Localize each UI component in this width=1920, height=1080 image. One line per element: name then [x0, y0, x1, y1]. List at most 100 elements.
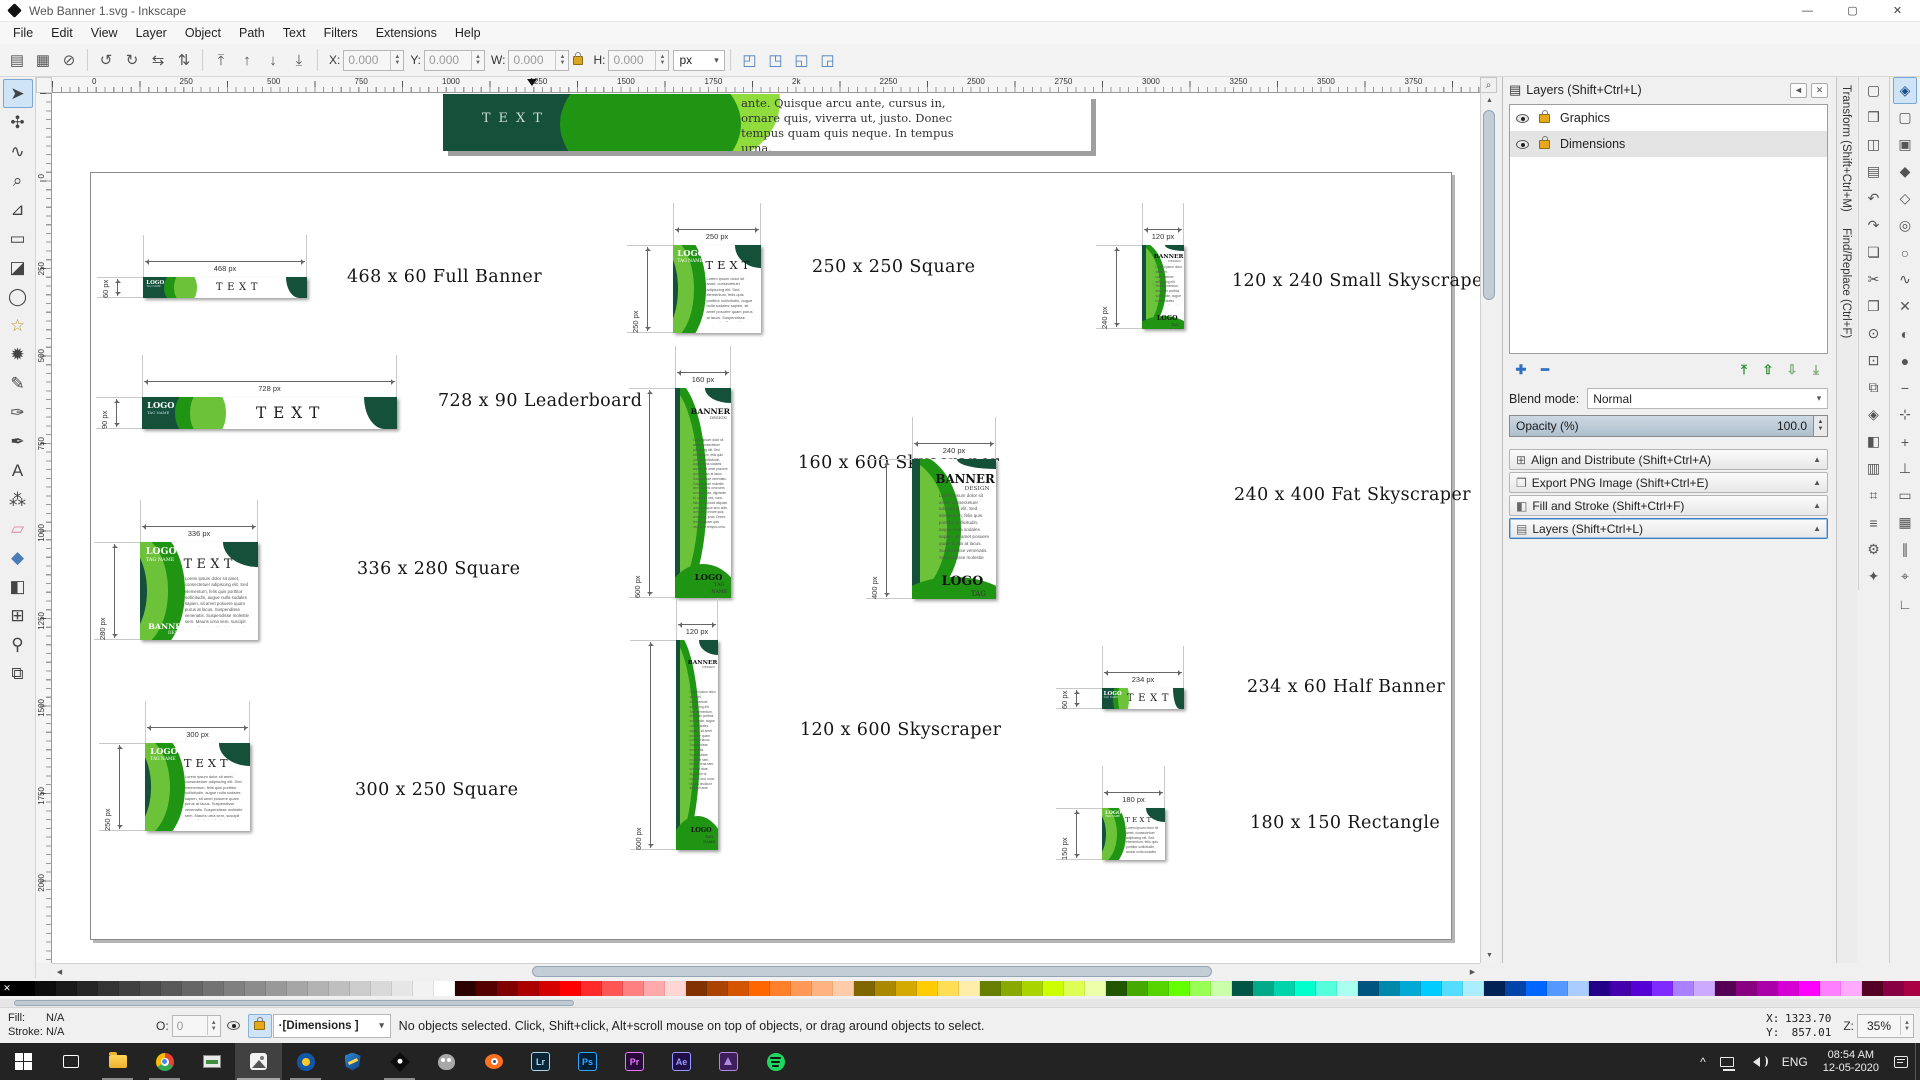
eraser-tool[interactable]: ▱: [3, 514, 33, 543]
palette-swatch[interactable]: [350, 981, 371, 996]
snap-bbox-edges-icon[interactable]: ▣: [1893, 131, 1917, 158]
stroke-value[interactable]: N/A: [46, 1026, 106, 1040]
banner-square-250[interactable]: LOGOTAG NAMETEXTLorem ipsum dolor sit am…: [673, 245, 761, 333]
adobe-app-taskbar-button[interactable]: [705, 1043, 752, 1080]
menu-help[interactable]: Help: [446, 23, 490, 43]
palette-swatch[interactable]: [1694, 981, 1715, 996]
palette-swatch[interactable]: [308, 981, 329, 996]
palette-swatch[interactable]: [875, 981, 896, 996]
palette-swatch[interactable]: [1232, 981, 1253, 996]
palette-swatch[interactable]: [56, 981, 77, 996]
menu-filters[interactable]: Filters: [315, 23, 367, 43]
spray-tool[interactable]: ⁂: [3, 485, 33, 514]
document-properties-icon[interactable]: ⚙: [1862, 536, 1886, 563]
palette-swatch[interactable]: [413, 981, 434, 996]
menu-text[interactable]: Text: [274, 23, 315, 43]
lower-icon[interactable]: ↓: [260, 47, 286, 73]
palette-swatch[interactable]: [287, 981, 308, 996]
palette-swatch[interactable]: [1652, 981, 1673, 996]
copy-icon[interactable]: ❏: [1862, 239, 1886, 266]
banner-label-square-336[interactable]: 336 x 280 Square: [357, 559, 520, 579]
palette-swatch[interactable]: [1001, 981, 1022, 996]
banner-label-leaderboard[interactable]: 728 x 90 Leaderboard: [438, 391, 642, 411]
photos-taskbar-button[interactable]: [235, 1043, 282, 1080]
fill-stroke-bar[interactable]: ◧Fill and Stroke (Shift+Ctrl+F)▲: [1509, 495, 1828, 516]
palette-swatch[interactable]: [623, 981, 644, 996]
palette-swatch[interactable]: [518, 981, 539, 996]
palette-swatch[interactable]: [1400, 981, 1421, 996]
opacity-spinner[interactable]: ▲▼: [1814, 415, 1828, 437]
node-tool[interactable]: ✣: [3, 108, 33, 137]
snap-others-icon[interactable]: ⌖: [1893, 563, 1917, 590]
clock[interactable]: 08:54 AM 12-05-2020: [1815, 1049, 1887, 1075]
mesh-tool[interactable]: ⊞: [3, 601, 33, 630]
connector-tool[interactable]: ⧉: [3, 659, 33, 688]
palette-swatch[interactable]: [1505, 981, 1526, 996]
horizontal-scrollbar[interactable]: ◀ ▶: [52, 963, 1480, 978]
fill-value[interactable]: N/A: [46, 1012, 106, 1026]
flip-vertical-icon[interactable]: ⇅: [171, 47, 197, 73]
palette-swatch[interactable]: [140, 981, 161, 996]
h-field[interactable]: 0.000▲▼: [608, 50, 669, 71]
current-layer-dropdown[interactable]: ·[Dimensions ]▾: [273, 1014, 391, 1038]
palette-swatch[interactable]: [1547, 981, 1568, 996]
blend-mode-dropdown[interactable]: Normal▾: [1587, 388, 1828, 409]
maximize-button[interactable]: ▢: [1830, 0, 1875, 22]
horizontal-scroll-thumb[interactable]: [532, 966, 1212, 977]
layer-raise-button[interactable]: ⇧: [1756, 360, 1780, 380]
close-button[interactable]: ✕: [1875, 0, 1920, 22]
palette-swatch[interactable]: [1463, 981, 1484, 996]
after-effects-taskbar-button[interactable]: Ae: [658, 1043, 705, 1080]
palette-swatch[interactable]: [1589, 981, 1610, 996]
palette-swatch[interactable]: [161, 981, 182, 996]
banner-preview-large[interactable]: TEXT ante. Quisque arcu ante, cursus in,…: [443, 94, 1091, 151]
banner-skyscraper-160[interactable]: BANNERDESIGNLorem ipsum dolor sit amet, …: [675, 388, 731, 598]
palette-swatch[interactable]: [560, 981, 581, 996]
palette-none-swatch[interactable]: ✕: [0, 981, 14, 996]
palette-swatch[interactable]: [35, 981, 56, 996]
banner-small-skyscraper[interactable]: BANNERDESIGNLorem ipsum dolor sit amet, …: [1142, 245, 1184, 329]
selector-tool[interactable]: ➤: [3, 79, 33, 108]
palette-swatch[interactable]: [707, 981, 728, 996]
palette-swatch[interactable]: [182, 981, 203, 996]
inkscape-taskbar-button[interactable]: [376, 1043, 423, 1080]
palette-swatch[interactable]: [1484, 981, 1505, 996]
palette-swatch[interactable]: [392, 981, 413, 996]
snap-paths-icon[interactable]: ∿: [1893, 266, 1917, 293]
menu-view[interactable]: View: [82, 23, 127, 43]
w-field[interactable]: 0.000▲▼: [508, 50, 569, 71]
palette-swatch[interactable]: [833, 981, 854, 996]
lock-ratio-icon[interactable]: [573, 56, 583, 65]
palette-swatch[interactable]: [434, 981, 455, 996]
lightroom-taskbar-button[interactable]: Lr: [517, 1043, 564, 1080]
y-field[interactable]: 0.000▲▼: [424, 50, 485, 71]
snap-guides-icon[interactable]: ∥: [1893, 536, 1917, 563]
palette-swatch[interactable]: [1799, 981, 1820, 996]
affect-dimensions-icon[interactable]: ◳: [762, 47, 788, 73]
banner-label-small-skyscraper[interactable]: 120 x 240 Small Skyscraper: [1232, 271, 1480, 291]
layer-row-graphics[interactable]: Graphics: [1510, 105, 1827, 131]
palette-swatch[interactable]: [98, 981, 119, 996]
snap-smooth-nodes-icon[interactable]: ●: [1893, 347, 1917, 374]
banner-label-rectangle-180[interactable]: 180 x 150 Rectangle: [1250, 813, 1440, 833]
ellipse-tool[interactable]: ◯: [3, 282, 33, 311]
palette-swatch[interactable]: [1442, 981, 1463, 996]
palette-swatch[interactable]: [1736, 981, 1757, 996]
banner-label-fat-skyscraper[interactable]: 240 x 400 Fat Skyscraper: [1234, 485, 1471, 505]
palette-swatch[interactable]: [728, 981, 749, 996]
horizontal-ruler[interactable]: 025050075010001250150017502k225025002750…: [52, 77, 1480, 93]
palette-swatch[interactable]: [1169, 981, 1190, 996]
palette-swatch[interactable]: [812, 981, 833, 996]
remove-layer-button[interactable]: ━: [1533, 360, 1557, 380]
snap-cusp-nodes-icon[interactable]: ◐: [1893, 320, 1917, 347]
affect-patterns-icon[interactable]: ◱: [788, 47, 814, 73]
palette-swatch[interactable]: [1316, 981, 1337, 996]
premiere-taskbar-button[interactable]: Pr: [611, 1043, 658, 1080]
layer-to-bottom-button[interactable]: ⤓: [1804, 360, 1828, 380]
banner-rectangle-180[interactable]: LOGOTAG NAMETEXTLorem ipsum dolor sit am…: [1102, 808, 1165, 860]
palette-swatch[interactable]: [266, 981, 287, 996]
palette-swatch[interactable]: [1610, 981, 1631, 996]
palette-swatch[interactable]: [539, 981, 560, 996]
palette-swatch[interactable]: [854, 981, 875, 996]
add-layer-button[interactable]: ✚: [1509, 360, 1533, 380]
